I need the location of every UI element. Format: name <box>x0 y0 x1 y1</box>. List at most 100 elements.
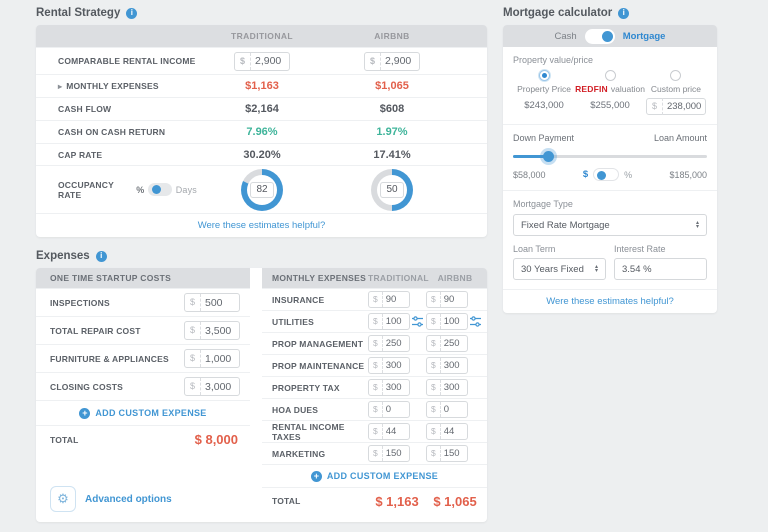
loan-term-label: Loan Term <box>513 244 606 254</box>
days-option-label[interactable]: Days <box>176 185 197 195</box>
advanced-options: ⚙ Advanced options <box>36 480 250 514</box>
property-price-radio[interactable] <box>539 70 550 81</box>
dollar-prefix: $ <box>369 292 383 307</box>
info-icon[interactable]: i <box>618 8 629 19</box>
property-price-value: $243,000 <box>524 100 564 111</box>
table-row-monthly-expenses[interactable]: ▸MONTHLY EXPENSES $1,163 $1,065 <box>36 74 487 97</box>
redfin-valuation-radio[interactable] <box>605 70 616 81</box>
cap-rate-traditional-value: 30.20% <box>197 149 327 161</box>
table-row-cash-flow: CASH FLOW $2,164 $608 <box>36 97 487 120</box>
dollar-option-label[interactable]: $ <box>583 169 588 180</box>
slider-thumb[interactable] <box>543 151 554 162</box>
total-label: TOTAL <box>50 435 195 445</box>
mortgage-type-section: Mortgage Type Fixed Rate Mortgage ▴▾ Loa… <box>503 191 717 289</box>
custom-price-input[interactable] <box>663 101 705 112</box>
percent-option-label[interactable]: % <box>136 185 144 195</box>
startup-costs-header: ONE TIME STARTUP COSTS <box>36 268 250 288</box>
inspections-input[interactable] <box>201 297 239 309</box>
plus-icon: + <box>311 471 322 482</box>
table-row-marketing: MARKETING $ $ <box>262 442 487 464</box>
utilities-traditional-input[interactable] <box>383 316 409 327</box>
property-tax-traditional-input[interactable] <box>383 382 409 393</box>
mortgage-option-label[interactable]: Mortgage <box>623 31 666 42</box>
property-tax-airbnb-input[interactable] <box>441 382 467 393</box>
coc-return-traditional-value: 7.96% <box>197 126 327 138</box>
mortgage-type-select[interactable]: Fixed Rate Mortgage ▴▾ <box>513 214 707 236</box>
utilities-airbnb-field: $ <box>426 313 468 330</box>
rental-income-traditional-input[interactable] <box>251 55 289 67</box>
utilities-traditional-field: $ <box>368 313 410 330</box>
toggle-knob <box>152 185 161 194</box>
down-payment-section: Down Payment Loan Amount $58,000 $ % $18… <box>503 125 717 190</box>
income-taxes-traditional-input[interactable] <box>383 426 409 437</box>
monthly-expenses-header-label: MONTHLY EXPENSES <box>262 273 368 283</box>
insurance-traditional-input[interactable] <box>383 294 409 305</box>
rental-strategy-title: Rental Strategy <box>36 7 120 19</box>
insurance-airbnb-input[interactable] <box>441 294 467 305</box>
mortgage-calculator-header: Mortgage calculator i <box>503 6 717 20</box>
utilities-traditional-adjust-sliders-icon[interactable] <box>412 316 423 327</box>
dollar-prefix: $ <box>369 380 383 395</box>
occupancy-airbnb-input[interactable] <box>380 182 404 198</box>
rental-income-airbnb-input[interactable] <box>381 55 419 67</box>
cap-rate-airbnb-value: 17.41% <box>327 149 457 161</box>
occupancy-airbnb-cell <box>327 169 457 211</box>
loan-term-select[interactable]: 30 Years Fixed ▴▾ <box>513 258 606 280</box>
hoa-dues-traditional-input[interactable] <box>383 404 409 415</box>
row-label: HOA DUES <box>272 405 368 415</box>
interest-rate-label: Interest Rate <box>614 244 707 254</box>
estimates-helpful-link[interactable]: Were these estimates helpful? <box>546 296 674 307</box>
interest-rate-input[interactable] <box>614 258 707 280</box>
prop-management-traditional-field: $ <box>368 335 410 352</box>
occupancy-unit-toggle[interactable] <box>148 183 171 196</box>
down-payment-label: Down Payment <box>513 133 574 143</box>
furniture-input[interactable] <box>201 353 239 365</box>
info-icon[interactable]: i <box>96 251 107 262</box>
dollar-prefix: $ <box>369 358 383 373</box>
add-custom-monthly-expense-button[interactable]: + ADD CUSTOM EXPENSE <box>262 464 487 487</box>
custom-price-radio[interactable] <box>670 70 681 81</box>
add-custom-startup-expense-button[interactable]: + ADD CUSTOM EXPENSE <box>36 400 250 425</box>
occupancy-traditional-cell <box>197 169 327 211</box>
prop-management-airbnb-input[interactable] <box>441 338 467 349</box>
estimates-helpful-link[interactable]: Were these estimates helpful? <box>198 220 326 231</box>
monthly-expenses-airbnb-value: $1,065 <box>327 80 457 92</box>
prop-maintenance-airbnb-input[interactable] <box>441 360 467 371</box>
marketing-airbnb-input[interactable] <box>441 448 467 459</box>
percent-option-label[interactable]: % <box>624 170 632 180</box>
expenses-title: Expenses <box>36 250 90 262</box>
advanced-options-button[interactable]: ⚙ <box>50 486 76 512</box>
info-icon[interactable]: i <box>126 8 137 19</box>
airbnb-cell: $ <box>426 313 484 330</box>
row-label: PROP MAINTENANCE <box>272 361 368 371</box>
furniture-field: $ <box>184 349 240 368</box>
utilities-airbnb-adjust-sliders-icon[interactable] <box>470 316 481 327</box>
dollar-prefix: $ <box>427 336 441 351</box>
down-payment-amount: $58,000 <box>513 170 546 180</box>
advanced-options-label[interactable]: Advanced options <box>85 494 172 505</box>
dollar-percent-toggle[interactable] <box>593 168 619 181</box>
repair-cost-input[interactable] <box>201 325 239 337</box>
cash-option-label[interactable]: Cash <box>555 31 577 42</box>
dollar-prefix: $ <box>647 98 663 115</box>
occupancy-donut-traditional <box>241 169 283 211</box>
occupancy-traditional-input[interactable] <box>250 182 274 198</box>
hoa-dues-airbnb-input[interactable] <box>441 404 467 415</box>
closing-costs-input[interactable] <box>201 381 239 393</box>
occupancy-label-group: OCCUPANCY RATE % Days <box>58 180 197 200</box>
gear-icon: ⚙ <box>57 491 69 507</box>
marketing-airbnb-field: $ <box>426 445 468 462</box>
cash-mortgage-toggle[interactable] <box>585 29 615 44</box>
prop-maintenance-traditional-input[interactable] <box>383 360 409 371</box>
income-taxes-airbnb-input[interactable] <box>441 426 467 437</box>
property-value-label: Property value/price <box>513 55 707 65</box>
utilities-airbnb-input[interactable] <box>441 316 467 327</box>
prop-management-traditional-input[interactable] <box>383 338 409 349</box>
marketing-traditional-input[interactable] <box>383 448 409 459</box>
hoa-dues-airbnb-field: $ <box>426 401 468 418</box>
select-arrows-icon: ▴▾ <box>696 221 699 229</box>
monthly-expenses-table: MONTHLY EXPENSES TRADITIONAL AIRBNB INSU… <box>262 268 487 514</box>
airbnb-cell: $ <box>426 335 484 352</box>
airbnb-cell: $ <box>327 52 457 71</box>
dollar-prefix: $ <box>369 314 383 329</box>
